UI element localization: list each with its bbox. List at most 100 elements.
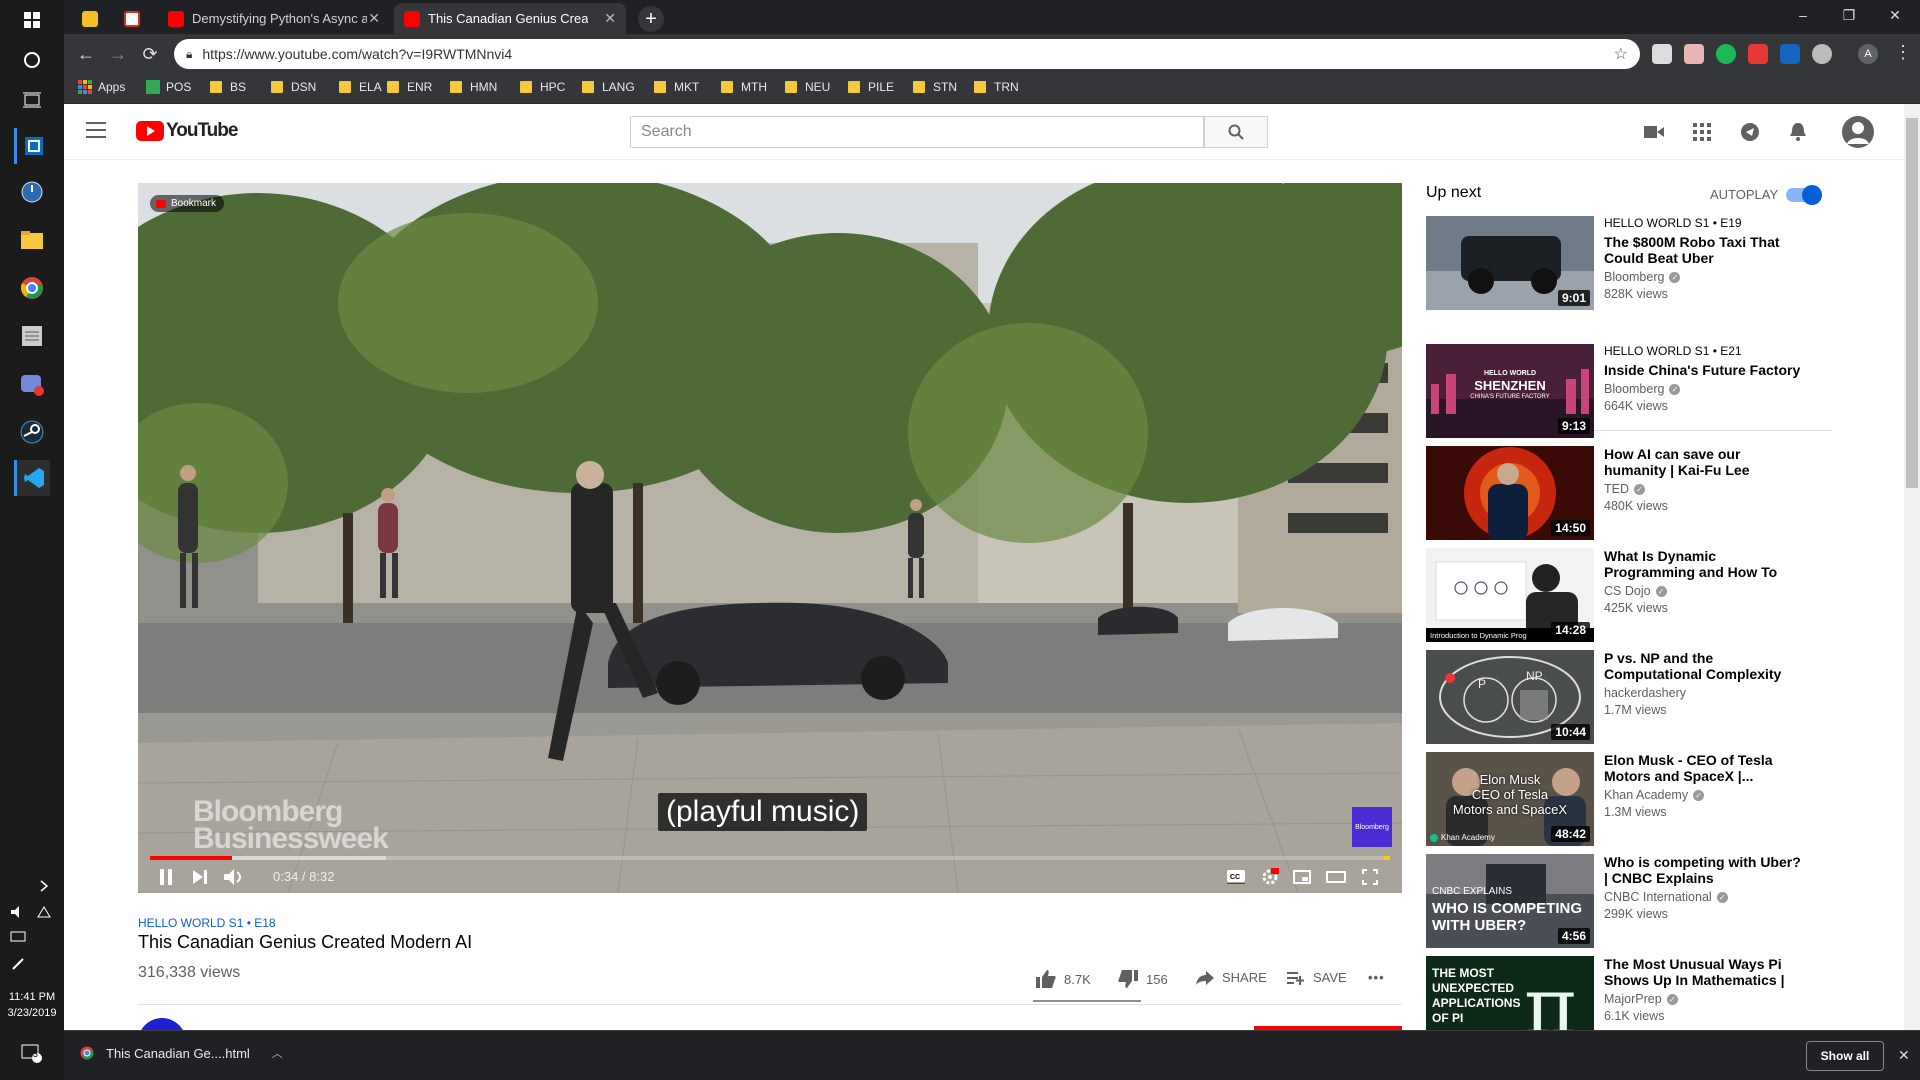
extension-green-icon[interactable] [1716,44,1736,64]
menu-kebab-icon[interactable]: ⋮ [1894,42,1912,63]
like-button[interactable]: 8.7K [1036,970,1091,988]
bookmark-trn[interactable]: TRN [974,80,1019,94]
extension-flag-icon[interactable] [1684,44,1704,64]
apps-grid-icon[interactable] [1690,120,1714,144]
bookmark-enr[interactable]: ENR [387,80,432,94]
settings-gear-icon[interactable] [1256,865,1284,889]
search-input[interactable]: Search [630,116,1204,148]
volume-icon[interactable] [220,865,248,889]
channel-avatar[interactable] [138,1018,186,1030]
taskbar-clock-time[interactable]: 11:41 PM [0,990,64,1005]
up-next-item[interactable]: CNBC EXPLAINS WHO IS COMPETING WITH UBER… [1426,854,1801,948]
video-thumbnail[interactable]: P NP 10:44 [1426,650,1594,744]
bookmark-hmn[interactable]: HMN [450,80,497,94]
subtitles-cc-icon[interactable]: CC [1222,865,1250,889]
page-scrollbar[interactable] [1904,104,1920,1030]
autoplay-toggle[interactable] [1786,185,1822,205]
bookmark-pile[interactable]: PILE [848,80,894,94]
bookmark-bs[interactable]: BS [210,80,246,94]
tab-python-async[interactable]: Demystifying Python's Async and ✕ [158,3,390,34]
chrome-icon[interactable] [14,270,50,306]
series-tag-link[interactable]: HELLO WORLD S1 • E18 [138,916,276,930]
tab-gmail[interactable] [114,3,154,34]
extension-gear-icon[interactable] [1812,44,1832,64]
bookmark-lang[interactable]: LANG [582,80,635,94]
up-next-item[interactable]: 14:50 How AI can save our humanity | Kai… [1426,446,1796,540]
extension-shield-icon[interactable] [1652,44,1672,64]
bookmark-chip[interactable]: Bookmark [150,195,225,212]
extension-new-icon[interactable] [1780,44,1800,64]
bookmark-apps[interactable]: Apps [78,80,125,94]
search-button[interactable] [1204,116,1268,148]
youtube-logo[interactable]: YouTube [136,120,238,142]
up-next-item[interactable]: π THE MOST UNEXPECTED APPLICATIONS OF PI… [1426,956,1796,1030]
up-next-item[interactable]: HELLO WORLD SHENZHEN CHINA'S FUTURE FACT… [1426,344,1800,438]
close-tab-icon[interactable]: ✕ [368,10,380,27]
outlook-app-icon[interactable] [14,128,50,164]
discord-icon[interactable] [14,366,50,402]
next-video-icon[interactable] [186,865,214,889]
notifications-bell-icon[interactable] [1786,120,1810,144]
up-next-item[interactable]: Elon Musk CEO of Tesla Motors and SpaceX… [1426,752,1796,846]
progress-bar[interactable] [150,856,1390,860]
cortana-search-icon[interactable] [14,42,50,78]
bookmark-hpc[interactable]: HPC [520,80,565,94]
file-explorer-icon[interactable] [14,222,50,258]
close-shelf-icon[interactable]: ✕ [1898,1047,1910,1064]
task-view-icon[interactable] [14,82,50,118]
vscode-icon[interactable] [14,460,50,496]
video-thumbnail[interactable]: HELLO WORLD SHENZHEN CHINA'S FUTURE FACT… [1426,344,1594,438]
close-window-button[interactable]: ✕ [1872,0,1918,30]
miniplayer-icon[interactable] [1288,865,1316,889]
video-thumbnail[interactable]: CNBC EXPLAINS WHO IS COMPETING WITH UBER… [1426,854,1594,948]
video-thumbnail[interactable]: 14:50 [1426,446,1594,540]
video-thumbnail[interactable]: π THE MOST UNEXPECTED APPLICATIONS OF PI [1426,956,1594,1030]
dislike-button[interactable]: 156 [1118,970,1168,988]
account-avatar[interactable] [1842,116,1874,148]
video-player[interactable]: Bookmark Bloomberg Businessweek (playful… [138,183,1402,893]
bookmark-dsn[interactable]: DSN [271,80,316,94]
maximize-button[interactable]: ❐ [1826,0,1872,30]
pause-icon[interactable] [152,865,180,889]
video-thumbnail[interactable]: Introduction to Dynamic Prog 14:28 [1426,548,1594,642]
clock-app-icon[interactable] [14,174,50,210]
tab-keep[interactable] [72,3,112,34]
bookmark-ela[interactable]: ELA [339,80,382,94]
create-video-icon[interactable] [1642,120,1666,144]
back-icon[interactable]: ← [74,42,98,66]
bookmark-mkt[interactable]: MKT [654,80,699,94]
more-actions-icon[interactable]: ••• [1368,970,1385,985]
forward-icon[interactable]: → [106,42,130,66]
extension-youtube-icon[interactable] [1748,44,1768,64]
video-thumbnail[interactable]: 9:01 [1426,216,1594,310]
reload-icon[interactable]: ⟳ [138,42,162,66]
taskbar-clock-date[interactable]: 3/23/2019 [0,1006,64,1021]
save-to-playlist-button[interactable]: SAVE [1287,970,1347,985]
up-next-item[interactable]: Introduction to Dynamic Prog 14:28 What … [1426,548,1796,642]
pen-icon[interactable] [6,946,30,982]
profile-avatar[interactable]: A [1858,44,1878,64]
bookmark-neu[interactable]: NEU [785,80,830,94]
scrollbar-thumb[interactable] [1906,118,1918,488]
download-menu-chevron-icon[interactable]: ︿ [272,1045,283,1061]
up-next-item[interactable]: P NP 10:44 P vs. NP and the Computational… [1426,650,1796,744]
theater-mode-icon[interactable] [1322,865,1350,889]
new-tab-button[interactable]: + [638,6,664,32]
action-center-icon[interactable]: 3 [14,1036,50,1072]
channel-watermark-logo[interactable]: Bloomberg [1352,807,1392,847]
video-thumbnail[interactable]: Elon Musk CEO of Tesla Motors and SpaceX… [1426,752,1594,846]
address-bar[interactable]: 🔒︎ https://www.youtube.com/watch?v=I9RWT… [174,39,1640,69]
bookmark-pos[interactable]: POS [146,80,191,94]
show-all-downloads-button[interactable]: Show all [1806,1041,1884,1071]
windows-start-icon[interactable] [14,2,50,38]
bookmark-stn[interactable]: STN [913,80,957,94]
up-next-item[interactable]: 9:01 HELLO WORLD S1 • E19 The $800M Robo… [1426,216,1796,310]
minimize-button[interactable]: – [1780,0,1826,30]
guide-menu-icon[interactable] [86,122,106,138]
network-icon[interactable] [32,894,56,930]
close-tab-icon[interactable]: ✕ [604,10,616,27]
download-item[interactable]: This Canadian Ge....html ︿ [80,1045,283,1061]
bookmark-star-icon[interactable]: ☆ [1614,44,1628,64]
share-button[interactable]: SHARE [1196,970,1267,985]
steam-icon[interactable] [14,414,50,450]
